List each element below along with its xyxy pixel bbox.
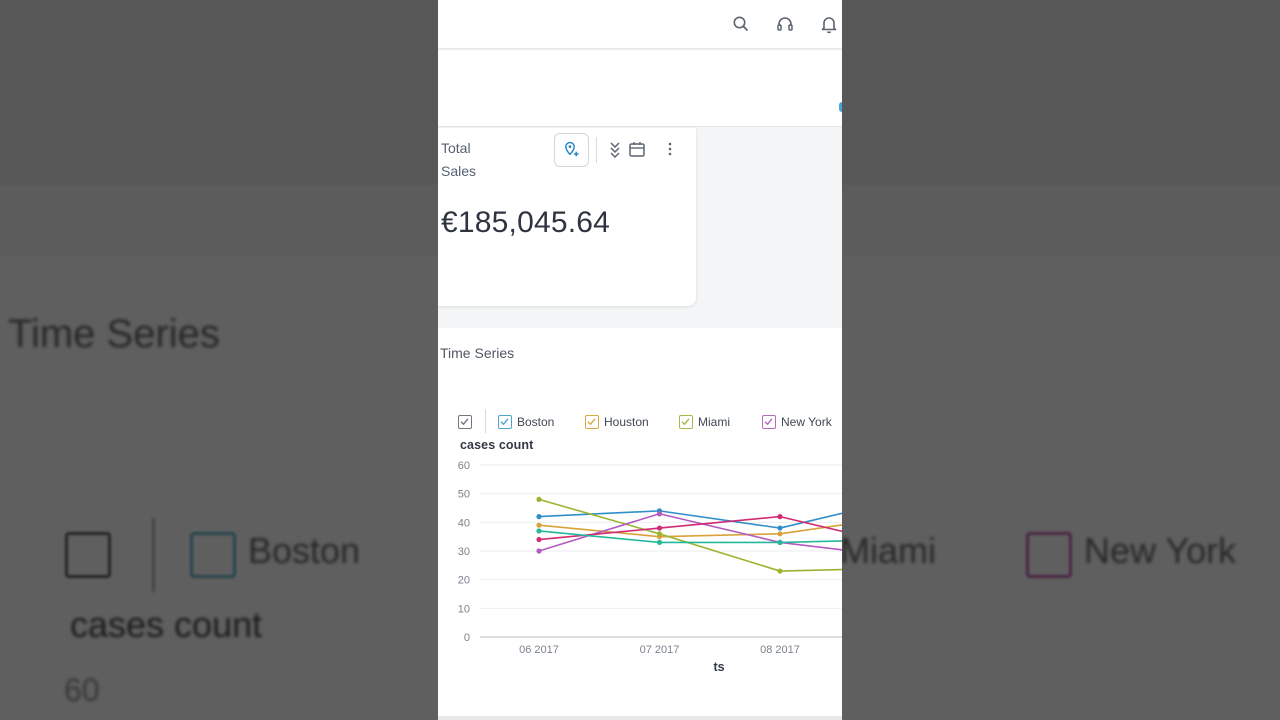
pin-add-button[interactable]: [554, 133, 589, 167]
legend-item-miami[interactable]: Miami: [679, 413, 730, 431]
x-tick-label: 08 2017: [760, 644, 800, 656]
toolbar-divider: [596, 137, 597, 163]
top-bar: [438, 0, 842, 48]
data-point: [656, 511, 663, 517]
bell-icon[interactable]: [817, 12, 841, 36]
line-chart: 0 10 20 30 40 50 60 06 2017 07 2017 08 2017 ts: [458, 460, 842, 674]
legend-label: Boston: [517, 415, 555, 429]
time-series-title: Time Series: [440, 345, 515, 361]
legend-item-houston[interactable]: Houston: [585, 413, 649, 431]
x-tick-label: 07 2017: [640, 644, 680, 656]
data-point: [777, 525, 783, 531]
legend-label: New York: [781, 415, 832, 429]
y-tick-label: 40: [458, 517, 470, 529]
y-tick-label: 50: [458, 489, 470, 501]
search-icon[interactable]: [729, 12, 753, 36]
series-line: [538, 510, 842, 529]
time-series-panel: Time Series Boston Houston Miami New Yor…: [438, 328, 842, 720]
data-point: [536, 548, 542, 554]
collapse-icon[interactable]: [605, 138, 625, 160]
y-tick-label: 0: [464, 632, 470, 644]
chart-legend: Boston Houston Miami New York: [438, 408, 842, 438]
series-line: [538, 524, 842, 538]
legend-item-boston[interactable]: Boston: [498, 413, 554, 431]
card-title: Total Sales: [441, 140, 477, 179]
data-point: [536, 496, 542, 502]
data-point: [536, 536, 542, 543]
headset-icon[interactable]: [773, 12, 797, 36]
checkbox-checked-icon: [679, 415, 693, 429]
data-point: [656, 525, 663, 531]
data-point: [656, 539, 663, 545]
data-point: [777, 568, 783, 574]
sub-header: [438, 50, 842, 127]
calendar-icon[interactable]: [627, 138, 647, 160]
bottom-strip: [438, 716, 842, 720]
scroll-indicator: [839, 102, 842, 112]
legend-divider: [485, 409, 486, 433]
data-point: [536, 522, 542, 528]
checkbox-checked-icon: [585, 415, 599, 429]
data-point: [656, 531, 663, 537]
y-tick-label: 60: [458, 460, 470, 472]
data-point: [777, 514, 783, 520]
y-tick-label: 20: [458, 575, 470, 587]
x-axis-label: ts: [713, 660, 724, 674]
legend-item-new-york[interactable]: New York: [762, 413, 832, 431]
y-tick-label: 10: [458, 603, 470, 615]
total-sales-value: €185,045.64: [441, 206, 611, 239]
checkbox-checked-icon: [498, 415, 512, 429]
data-point: [536, 528, 542, 534]
data-point: [777, 539, 783, 545]
y-axis-label: cases count: [460, 438, 534, 452]
legend-select-all[interactable]: [458, 413, 477, 431]
app-panel: Total Sales €185,045.64 Time Series Bost…: [438, 0, 842, 720]
total-sales-card: Total Sales €185,045.64: [438, 128, 696, 306]
legend-label: Houston: [604, 415, 649, 429]
data-point: [536, 514, 542, 520]
x-tick-label: 06 2017: [519, 644, 559, 656]
checkbox-checked-icon: [762, 415, 776, 429]
legend-label: Miami: [698, 415, 730, 429]
y-tick-label: 30: [458, 546, 470, 558]
checkbox-checked-icon: [458, 415, 472, 429]
more-vertical-icon[interactable]: [660, 138, 680, 160]
data-point: [777, 531, 783, 537]
